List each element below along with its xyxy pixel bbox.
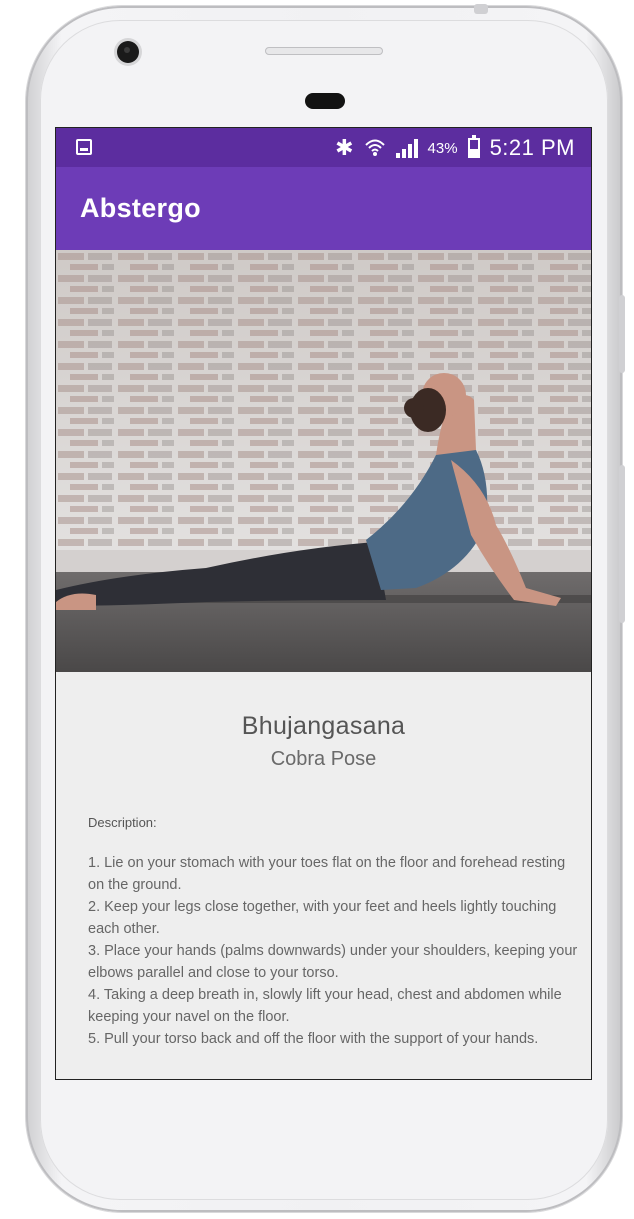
status-bar: ✱ 43% 5:21 PM <box>56 128 591 167</box>
description-step-4: 4. Taking a deep breath in, slowly lift … <box>88 987 562 1025</box>
app-toolbar: Abstergo <box>56 167 591 250</box>
app-title: Abstergo <box>80 193 201 223</box>
pose-english-name: Cobra Pose <box>270 748 377 770</box>
front-camera <box>117 41 139 63</box>
power-button <box>619 295 625 373</box>
description-steps: 1. Lie on your stomach with your toes fl… <box>88 852 578 1050</box>
pose-photo <box>56 250 591 672</box>
yoga-cobra-pose-photo <box>56 250 591 672</box>
volume-button <box>619 465 625 623</box>
status-time: 5:21 PM <box>489 135 575 160</box>
wifi-icon <box>364 139 385 156</box>
earpiece-speaker <box>265 47 383 55</box>
pose-details: Bhujangasana Cobra Pose Description: 1. … <box>56 672 591 1079</box>
signal-icon <box>395 138 418 158</box>
bluetooth-icon: ✱ <box>335 135 354 160</box>
device-screen: ✱ 43% 5:21 PM Abstergo Bhujangasana Cobr… <box>55 127 592 1080</box>
description-step-3: 3. Place your hands (palms downwards) un… <box>88 943 578 981</box>
status-icons: ✱ 43% 5:21 PM <box>335 134 575 162</box>
pose-sanskrit-name: Bhujangasana <box>241 712 406 740</box>
battery-icon <box>467 135 480 158</box>
top-notch <box>474 4 488 14</box>
proximity-sensor <box>305 93 345 109</box>
description-step-1: 1. Lie on your stomach with your toes fl… <box>88 855 566 893</box>
description-step-2: 2. Keep your legs close together, with y… <box>88 899 557 937</box>
description-step-5: 5. Pull your torso back and off the floo… <box>88 1031 539 1047</box>
description-label: Description: <box>88 815 157 830</box>
battery-percent: 43% <box>427 139 458 157</box>
image-notification-icon <box>76 139 92 155</box>
